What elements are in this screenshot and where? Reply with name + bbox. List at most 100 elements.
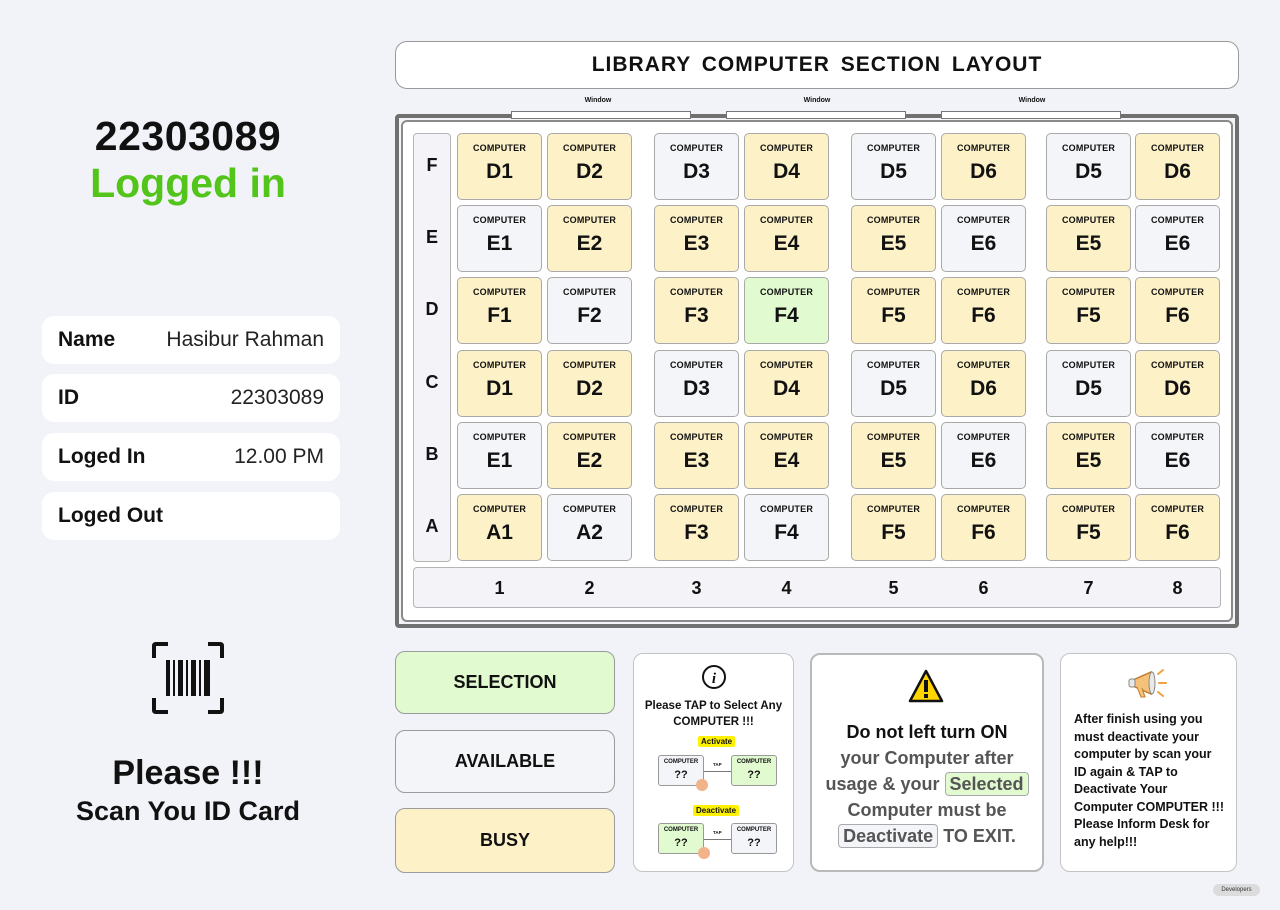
computer-seat[interactable]: COMPUTER D5	[1046, 350, 1131, 417]
row-label: D	[425, 299, 439, 319]
computer-seat-label: COMPUTER	[472, 215, 527, 225]
computer-seat[interactable]: COMPUTER F2	[547, 277, 632, 344]
computer-seat[interactable]: COMPUTER D2	[547, 350, 632, 417]
computer-seat-label: COMPUTER	[759, 215, 814, 225]
computer-seat[interactable]: COMPUTER F5	[1046, 277, 1131, 344]
computer-seat-label: COMPUTER	[669, 360, 724, 370]
computer-seat[interactable]: COMPUTER D1	[457, 350, 542, 417]
computer-seat[interactable]: COMPUTER D6	[941, 133, 1026, 200]
computer-seat[interactable]: COMPUTER F5	[851, 494, 936, 561]
computer-seat[interactable]: COMPUTER D6	[1135, 133, 1220, 200]
computer-seat[interactable]: COMPUTER D1	[457, 133, 542, 200]
computer-seat[interactable]: COMPUTER E4	[744, 205, 829, 272]
computer-seat[interactable]: COMPUTER F4	[744, 277, 829, 344]
computer-seat-id: E5	[880, 232, 907, 255]
computer-seat-label: COMPUTER	[562, 432, 617, 442]
computer-seat[interactable]: COMPUTER E6	[1135, 422, 1220, 489]
computer-seat-id: D3	[683, 160, 710, 183]
computer-seat-label: COMPUTER	[562, 360, 617, 370]
computer-seat-id: E2	[576, 449, 603, 472]
column-label: 6	[978, 578, 989, 598]
computer-seat-label: COMPUTER	[1150, 432, 1205, 442]
computer-seat-label: COMPUTER	[562, 504, 617, 514]
computer-seat-label: COMPUTER	[472, 360, 527, 370]
instructions-card: i Please TAP to Select Any COMPUTER !!! …	[633, 653, 794, 872]
computer-seat[interactable]: COMPUTER D6	[1135, 350, 1220, 417]
computer-seat-id: F6	[1165, 521, 1190, 544]
computer-seat[interactable]: COMPUTER E1	[457, 422, 542, 489]
computer-seat[interactable]: COMPUTER F6	[941, 494, 1026, 561]
computer-seat-id: F4	[774, 304, 799, 327]
mini-computer-id: ??	[674, 769, 688, 781]
computer-seat-id: A2	[576, 521, 603, 544]
row-label: B	[425, 444, 439, 464]
computer-seat[interactable]: COMPUTER E6	[941, 205, 1026, 272]
row-label: C	[425, 372, 439, 392]
computer-seat[interactable]: COMPUTER E3	[654, 205, 739, 272]
computer-seat[interactable]: COMPUTER D6	[941, 350, 1026, 417]
computer-seat-id: A1	[486, 521, 513, 544]
computer-seat-id: D5	[880, 160, 907, 183]
warning-line-5-text: TO EXIT.	[943, 826, 1016, 846]
computer-seat[interactable]: COMPUTER E4	[744, 422, 829, 489]
computer-seat[interactable]: COMPUTER D5	[851, 350, 936, 417]
computer-seat[interactable]: COMPUTER D3	[654, 350, 739, 417]
computer-seat[interactable]: COMPUTER A2	[547, 494, 632, 561]
computer-seat[interactable]: COMPUTER F6	[1135, 277, 1220, 344]
computer-seat-label: COMPUTER	[669, 504, 724, 514]
computer-seat[interactable]: COMPUTER D5	[1046, 133, 1131, 200]
computer-seat[interactable]: COMPUTER F5	[1046, 494, 1131, 561]
computer-seat[interactable]: COMPUTER D5	[851, 133, 936, 200]
computer-seat-label: COMPUTER	[472, 287, 527, 297]
hand-tap-icon	[696, 779, 708, 791]
computer-seat-id: E5	[880, 449, 907, 472]
computer-seat[interactable]: COMPUTER E3	[654, 422, 739, 489]
computer-seat-label: COMPUTER	[866, 432, 921, 442]
mini-computer-label: COMPUTER	[663, 759, 699, 765]
computer-seat[interactable]: COMPUTER E5	[1046, 205, 1131, 272]
computer-seat-label: COMPUTER	[472, 432, 527, 442]
computer-seat[interactable]: COMPUTER E5	[851, 205, 936, 272]
column-label: 4	[781, 578, 792, 598]
computer-seat[interactable]: COMPUTER E5	[1046, 422, 1131, 489]
computer-seat[interactable]: COMPUTER E6	[941, 422, 1026, 489]
computer-seat[interactable]: COMPUTER D3	[654, 133, 739, 200]
developers-badge[interactable]: Developers	[1213, 884, 1260, 896]
computer-seat[interactable]: COMPUTER E1	[457, 205, 542, 272]
column-label: 3	[691, 578, 702, 598]
computer-seat-id: E4	[773, 449, 800, 472]
computer-seat[interactable]: COMPUTER E5	[851, 422, 936, 489]
computer-seat-id: E1	[486, 232, 513, 255]
computer-seat-id: F6	[971, 304, 996, 327]
computer-seat[interactable]: COMPUTER D4	[744, 350, 829, 417]
computer-seat[interactable]: COMPUTER E2	[547, 422, 632, 489]
column-label: 5	[888, 578, 899, 598]
computer-seat-label: COMPUTER	[562, 287, 617, 297]
computer-seat[interactable]: COMPUTER D4	[744, 133, 829, 200]
column-label: 8	[1172, 578, 1183, 598]
computer-seat-label: COMPUTER	[562, 215, 617, 225]
info-row-id: ID 22303089	[42, 374, 340, 422]
scan-title: Please !!!	[112, 754, 264, 792]
legend-available: AVAILABLE	[395, 730, 615, 793]
computer-seat-label: COMPUTER	[759, 143, 814, 153]
computer-seat[interactable]: COMPUTER F3	[654, 277, 739, 344]
computer-seat-label: COMPUTER	[669, 432, 724, 442]
warning-card: Do not left turn ON your Computer after …	[810, 653, 1044, 872]
computer-seat[interactable]: COMPUTER E6	[1135, 205, 1220, 272]
login-status: Logged in	[90, 160, 286, 206]
computer-seat-id: D6	[970, 377, 997, 400]
computer-seat[interactable]: COMPUTER F6	[1135, 494, 1220, 561]
computer-seat-id: D2	[576, 377, 603, 400]
computer-seat[interactable]: COMPUTER A1	[457, 494, 542, 561]
computer-seat[interactable]: COMPUTER F1	[457, 277, 542, 344]
computer-seat[interactable]: COMPUTER E2	[547, 205, 632, 272]
computer-seat[interactable]: COMPUTER D2	[547, 133, 632, 200]
computer-seat[interactable]: COMPUTER F4	[744, 494, 829, 561]
computer-seat-id: D6	[970, 160, 997, 183]
computer-seat-label: COMPUTER	[1061, 143, 1116, 153]
computer-seat-id: D6	[1164, 377, 1191, 400]
computer-seat[interactable]: COMPUTER F5	[851, 277, 936, 344]
computer-seat[interactable]: COMPUTER F3	[654, 494, 739, 561]
computer-seat[interactable]: COMPUTER F6	[941, 277, 1026, 344]
